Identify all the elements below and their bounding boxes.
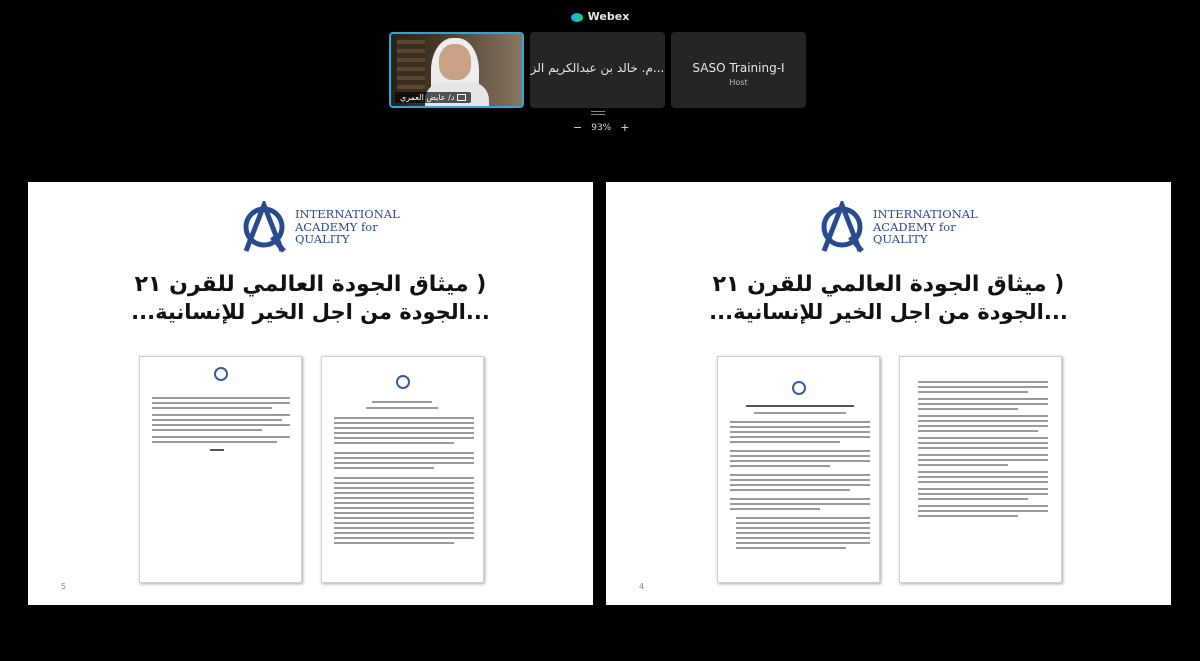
participant-name: م. خالد بن عبدالكريم الز... [530,61,665,75]
iaq-logo-text: INTERNATIONAL ACADEMY for QUALITY [295,208,400,246]
slide-page-number: 5 [61,582,67,591]
zoom-level: 93% [591,122,612,133]
camera-icon [457,94,467,101]
participant-tile[interactable]: م. خالد بن عبدالكريم الز... [530,32,665,108]
participant-name: د/ عايض العمري [400,93,455,102]
logo-line: QUALITY [295,232,350,247]
slide-subtitle: ...الجودة من اجل الخير للإنسانية... [709,300,1068,324]
mini-logo-icon [792,381,806,395]
participant-strip: د/ عايض العمري م. خالد بن عبدالكريم الز.… [389,32,806,108]
slide-right[interactable]: INTERNATIONAL ACADEMY for QUALITY ( ميثا… [606,182,1171,605]
resize-handle[interactable] [591,111,605,117]
document-page-thumbnail [139,356,302,583]
slide-title: ( ميثاق الجودة العالمي للقرن ٢١ [134,272,487,297]
slide-left[interactable]: INTERNATIONAL ACADEMY for QUALITY ( ميثا… [28,182,593,605]
app-title-text: Webex [587,10,630,23]
person-face-image [439,44,471,80]
document-page-thumbnail [717,356,880,583]
zoom-in-button[interactable]: + [620,121,629,134]
zoom-out-button[interactable]: − [573,121,582,134]
app-title: Webex [0,10,1200,23]
logo-line: INTERNATIONAL [873,207,978,222]
webex-logo-icon [570,12,583,22]
mini-logo-icon [396,375,410,389]
iaq-logo-text: INTERNATIONAL ACADEMY for QUALITY [873,208,978,246]
participant-role: Host [729,78,748,87]
iaq-logo: INTERNATIONAL ACADEMY for QUALITY [816,201,978,253]
participant-name-label: د/ عايض العمري [395,92,472,103]
participant-name: SASO Training-I [692,61,785,75]
slide-page-number: 4 [639,582,645,591]
participant-tile-host[interactable]: SASO Training-I Host [671,32,806,108]
logo-line: INTERNATIONAL [295,207,400,222]
bookshelf-image [397,38,425,94]
iaq-emblem-icon [243,201,286,253]
slide-subtitle: ...الجودة من اجل الخير للإنسانية... [131,300,490,324]
iaq-logo: INTERNATIONAL ACADEMY for QUALITY [238,201,400,253]
slide-title: ( ميثاق الجودة العالمي للقرن ٢١ [712,272,1065,297]
logo-line: QUALITY [873,232,928,247]
zoom-control: − 93% + [573,121,629,134]
document-page-thumbnail [321,356,484,583]
mini-logo-icon [214,367,228,381]
document-page-thumbnail [899,356,1062,583]
participant-tile-video[interactable]: د/ عايض العمري [389,32,524,108]
iaq-emblem-icon [821,201,864,253]
